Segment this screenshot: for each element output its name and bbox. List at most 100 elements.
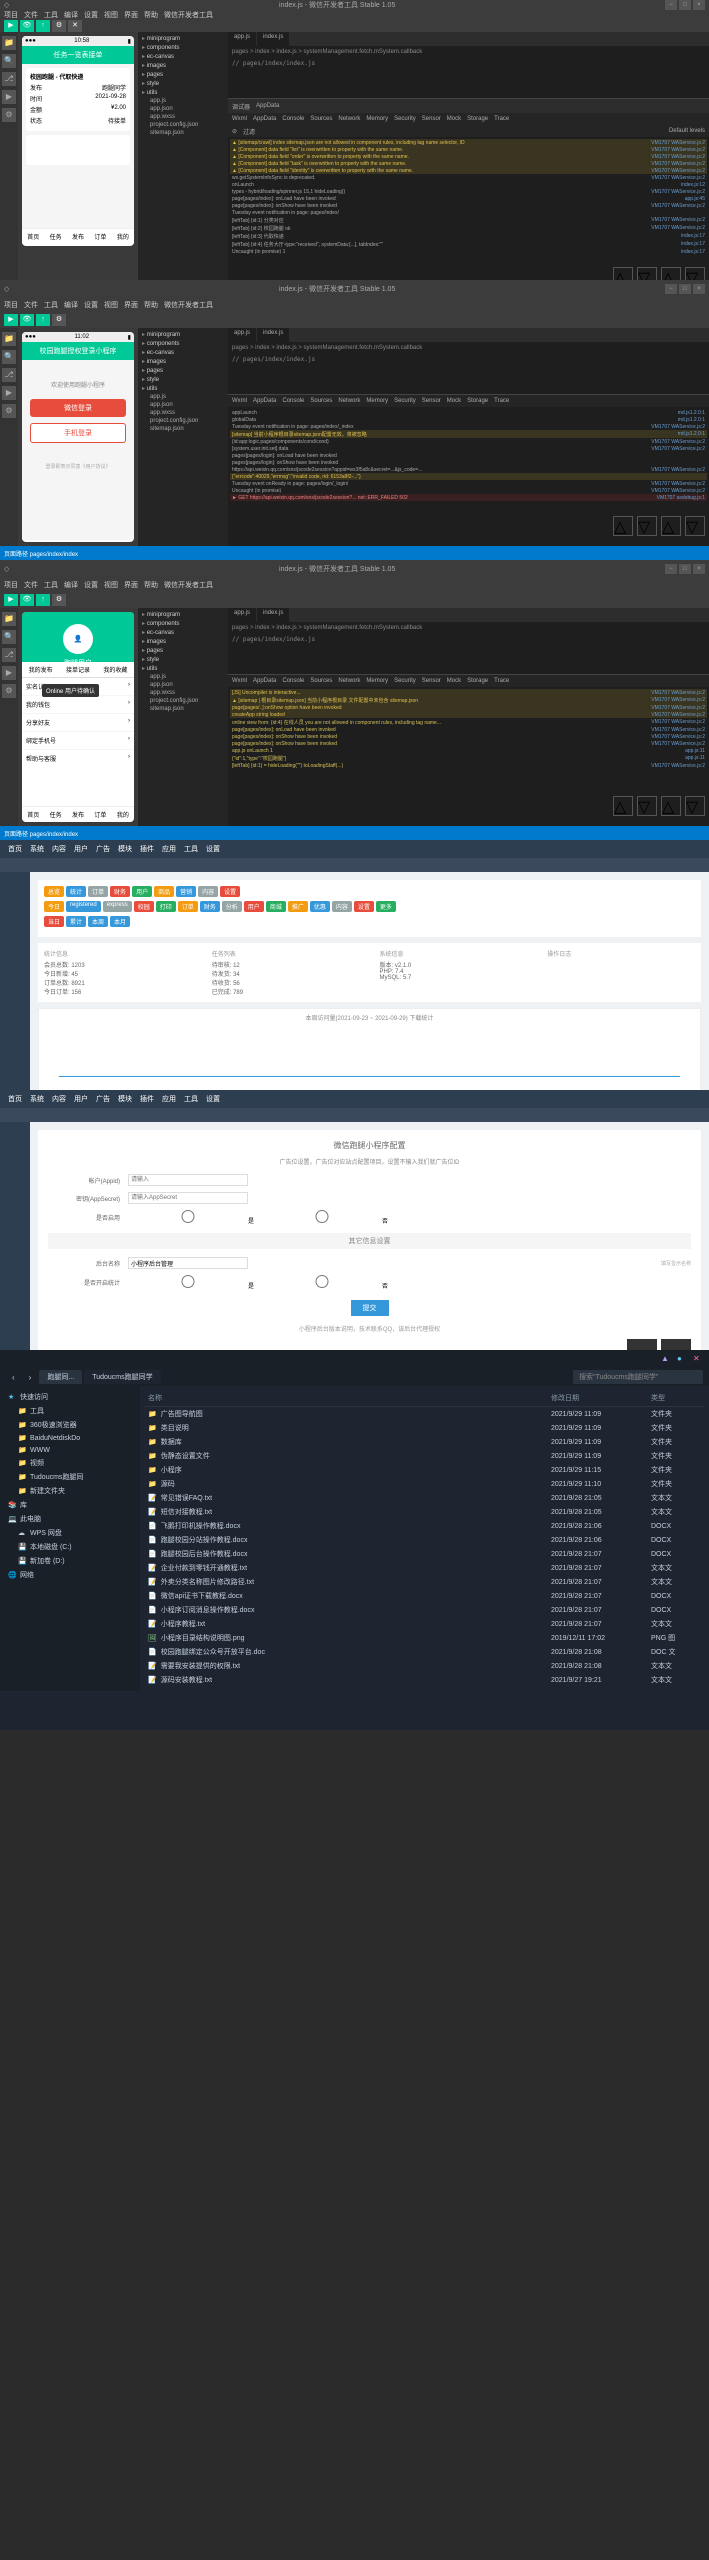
devtools-tab[interactable]: Wxml	[232, 398, 247, 404]
activity-icon[interactable]: ⎇	[2, 648, 16, 662]
devtools-tab[interactable]: AppData	[253, 116, 276, 122]
minimize-button[interactable]: −	[665, 0, 677, 10]
filter-tag[interactable]: 营销	[176, 886, 196, 897]
upload-button[interactable]: ↑	[36, 594, 50, 606]
devtools-tab[interactable]: Trace	[494, 678, 509, 684]
topnav-item[interactable]: 设置	[206, 844, 220, 854]
devtools-tab[interactable]: Security	[394, 398, 416, 404]
period-tag[interactable]: 当日	[44, 916, 64, 927]
preview-thumb[interactable]: ▽	[685, 516, 705, 536]
minimize-button[interactable]: −	[665, 564, 677, 574]
preview-thumb[interactable]: ▽	[637, 796, 657, 816]
tree-item[interactable]: sitemap.json	[140, 425, 226, 433]
tree-root[interactable]: miniprogram	[140, 330, 226, 339]
filter-tag[interactable]: 总览	[44, 886, 64, 897]
editor-tab[interactable]: index.js	[257, 608, 289, 622]
topnav-item[interactable]: 内容	[52, 844, 66, 854]
task-card[interactable]	[26, 135, 130, 165]
topnav-item[interactable]: 首页	[8, 844, 22, 854]
profile-tab[interactable]: 我的发布	[22, 662, 59, 677]
menu-item[interactable]: 微信开发者工具	[164, 10, 213, 20]
topnav-item[interactable]: 广告	[96, 1094, 110, 1104]
menu-item[interactable]: 帮助	[144, 580, 158, 590]
minimize-button[interactable]: −	[665, 284, 677, 294]
close-button[interactable]: ×	[693, 0, 705, 10]
devtools-tab[interactable]: Security	[394, 678, 416, 684]
tree-node[interactable]: 📁新建文件夹	[4, 1484, 136, 1498]
tree-item[interactable]: app.js	[140, 673, 226, 681]
file-row[interactable]: 📝外卖分类名称图片修改路径.txt2021/9/28 21:07文本文	[144, 1575, 705, 1589]
menu-item[interactable]: 视图	[104, 10, 118, 20]
tree-item[interactable]: images	[140, 637, 226, 646]
filter-tag[interactable]: 校园	[134, 901, 154, 912]
tree-node[interactable]: 📁BaiduNetdiskDo	[4, 1432, 136, 1444]
upload-button[interactable]: ↑	[36, 20, 50, 32]
back-button[interactable]: ‹	[6, 1371, 21, 1384]
tree-node[interactable]: ★快速访问	[4, 1390, 136, 1404]
nav-item[interactable]: 首页	[22, 807, 44, 822]
compile-button[interactable]: ▶	[4, 314, 18, 326]
file-row[interactable]: 📝常见错误FAQ.txt2021/9/28 21:05文本文	[144, 1491, 705, 1505]
submit-button[interactable]: 提交	[351, 1300, 389, 1316]
tree-item[interactable]: style	[140, 79, 226, 88]
col-date[interactable]: 修改日期	[551, 1393, 651, 1403]
filter-tag[interactable]: 商城	[266, 901, 286, 912]
clear-button[interactable]: ✕	[68, 20, 82, 32]
file-row[interactable]: 📝短信对接教程.txt2021/9/28 21:05文本文	[144, 1505, 705, 1519]
topnav-item[interactable]: 应用	[162, 844, 176, 854]
topnav-item[interactable]: 应用	[162, 1094, 176, 1104]
filter-tag[interactable]: 设置	[354, 901, 374, 912]
menu-item[interactable]: 微信开发者工具	[164, 300, 213, 310]
menu-item[interactable]: 界面	[124, 10, 138, 20]
close-icon[interactable]: ✕	[693, 1354, 703, 1364]
filter-tag[interactable]: 财务	[110, 886, 130, 897]
filter-tag[interactable]: 商品	[154, 886, 174, 897]
filter-input[interactable]: 过滤	[243, 127, 255, 136]
tree-root[interactable]: miniprogram	[140, 610, 226, 619]
close-button[interactable]: ×	[693, 284, 705, 294]
filter-tag[interactable]: 分析	[222, 901, 242, 912]
devtools-tab[interactable]: Trace	[494, 116, 509, 122]
devtools-tab[interactable]: Network	[338, 398, 360, 404]
tree-node[interactable]: 📚库	[4, 1498, 136, 1512]
topnav-item[interactable]: 用户	[74, 844, 88, 854]
file-row[interactable]: 📝源码安装教程.txt2021/9/27 19:21文本文	[144, 1673, 705, 1687]
menu-item[interactable]: 项目	[4, 300, 18, 310]
menu-item[interactable]: 视图	[104, 580, 118, 590]
radio-option[interactable]: 否	[262, 1210, 388, 1225]
editor-tab[interactable]: app.js	[228, 32, 256, 46]
activity-icon[interactable]: 🔍	[2, 350, 16, 364]
menu-item[interactable]: 微信开发者工具	[164, 580, 213, 590]
code-editor[interactable]: // pages/index/index.js	[228, 634, 709, 674]
preview-button[interactable]: 👁	[20, 314, 34, 326]
tree-item[interactable]: project.config.json	[140, 417, 226, 425]
preview-button[interactable]: 👁	[20, 594, 34, 606]
preview-thumb[interactable]: △	[661, 796, 681, 816]
maximize-button[interactable]: □	[679, 564, 691, 574]
devtools-tab[interactable]: Network	[338, 116, 360, 122]
filter-tag[interactable]: 推广	[288, 901, 308, 912]
col-type[interactable]: 类型	[651, 1393, 701, 1403]
nav-item[interactable]: 任务	[44, 807, 66, 822]
tree-root[interactable]: miniprogram	[140, 34, 226, 43]
file-row[interactable]: 📄飞鹅打印机操作教程.docx2021/9/28 21:06DOCX	[144, 1519, 705, 1533]
nav-item[interactable]: 订单	[89, 807, 111, 822]
file-row[interactable]: 📁类目说明2021/9/29 11:09文件夹	[144, 1421, 705, 1435]
tree-item[interactable]: images	[140, 357, 226, 366]
tree-item[interactable]: ec-canvas	[140, 52, 226, 61]
period-tag[interactable]: 本月	[110, 916, 130, 927]
menu-item[interactable]: 工具	[44, 580, 58, 590]
filter-tag[interactable]: 设置	[220, 886, 240, 897]
activity-icon[interactable]: 📁	[2, 612, 16, 626]
phone-simulator[interactable]: ●●● 11:02 ▮ 校园跑腿授权登录小程序 欢迎使用跑腿小程序 微信登录 手…	[22, 332, 134, 542]
topnav-item[interactable]: 广告	[96, 844, 110, 854]
wechat-login-button[interactable]: 微信登录	[30, 399, 126, 417]
devtools-tab[interactable]: Console	[282, 398, 304, 404]
topnav-item[interactable]: 插件	[140, 844, 154, 854]
activity-icon[interactable]: ⚙	[2, 108, 16, 122]
topnav-item[interactable]: 模块	[118, 1094, 132, 1104]
topnav-item[interactable]: 插件	[140, 1094, 154, 1104]
menu-item[interactable]: 设置	[84, 300, 98, 310]
activity-icon[interactable]: ▶	[2, 666, 16, 680]
devtools-tab[interactable]: Memory	[366, 398, 388, 404]
